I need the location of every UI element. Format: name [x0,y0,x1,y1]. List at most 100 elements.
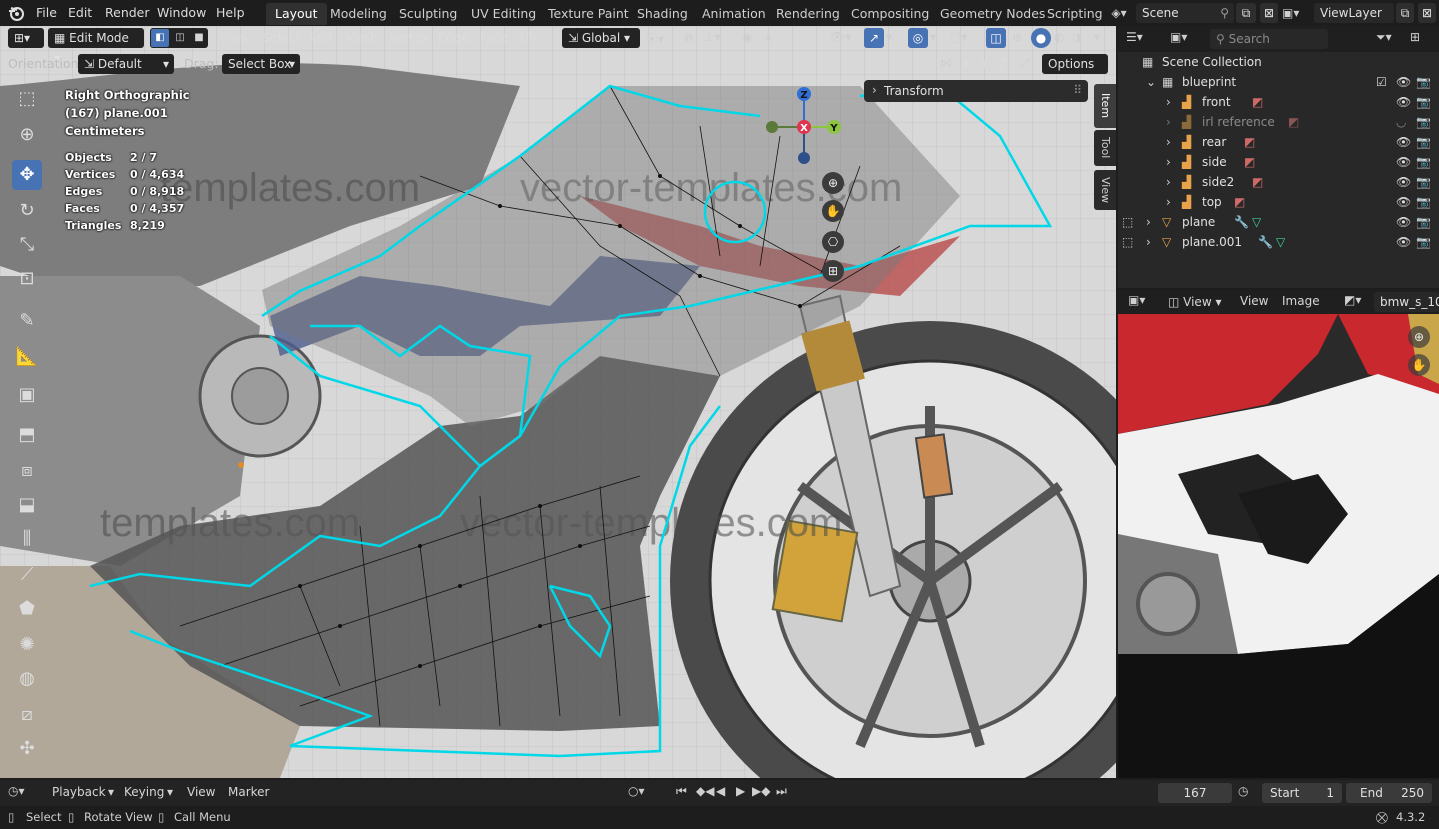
inset-tool-icon[interactable]: ⧈ [12,456,42,486]
outliner-row-plane001[interactable]: ⬚ › ▽ plane.001 🔧 ▽ 👁 📷 [1118,232,1439,252]
navigation-gizmo[interactable]: Z Y X [762,82,852,172]
transform-panel[interactable]: › Transform ⠿ [864,80,1088,102]
eye-icon[interactable]: 👁 [1396,172,1411,192]
preview-range-icon[interactable]: ◷ [1238,784,1248,798]
pin-icon[interactable]: ⚲ [1220,3,1229,23]
view-layer-name-field[interactable]: ViewLayer [1314,3,1394,23]
new-view-layer-icon[interactable]: ⧉ [1396,3,1414,23]
menu-add[interactable]: Add [302,26,338,50]
vertex-select-icon[interactable]: ◧ [151,29,169,47]
play-icon[interactable]: ▶ [736,784,745,798]
menu-file[interactable]: File [30,3,63,23]
display-mode-icon[interactable]: ▣▾ [1170,30,1187,44]
menu-uv[interactable]: UV [514,26,544,50]
extrude-tool-icon[interactable]: ⬒ [12,420,42,450]
measure-tool-icon[interactable]: 📐 [12,342,42,372]
outliner-row-plane[interactable]: ⬚ › ▽ plane 🔧 ▽ 👁 📷 [1118,212,1439,232]
chevron-right-icon[interactable]: › [1166,132,1171,152]
chevron-right-icon[interactable]: › [1166,92,1171,112]
overlay-options-icon[interactable]: ▾ [930,30,936,44]
proportional-falloff-icon[interactable]: ∧ [764,30,773,44]
image-zoom-icon[interactable]: ⊕ [1408,326,1430,348]
knife-tool-icon[interactable]: ⟋ [12,560,42,590]
annotate-tool-icon[interactable]: ✎ [12,306,42,336]
outliner-row-side2[interactable]: › ▟ side2 ◩ 👁 📷 [1118,172,1439,192]
rotate-tool-icon[interactable]: ↻ [12,196,42,226]
outliner-row-top[interactable]: › ▟ top ◩ 👁 📷 [1118,192,1439,212]
gizmo-neg-y-axis[interactable] [766,121,778,133]
outliner-row-front[interactable]: › ▟ front ◩ 👁 📷 [1118,92,1439,112]
eye-icon[interactable]: 👁 [1396,132,1411,152]
tab-modeling[interactable]: Modeling [321,3,396,25]
chevron-right-icon[interactable]: › [1166,152,1171,172]
transform-orientation-dropdown[interactable]: ⇲ Global ▾ [562,28,640,48]
jump-start-icon[interactable]: ⏮ [676,784,687,799]
proportional-edit-icon[interactable]: ◉ [742,30,752,44]
solid-shading-icon[interactable]: ● [1031,28,1051,48]
filter-icon[interactable]: ⏷▾ [1376,30,1392,45]
mirror-icon[interactable]: ⋈ [940,56,952,70]
eye-icon[interactable]: 👁 [1396,72,1411,92]
chevron-right-icon[interactable]: › [1166,192,1171,212]
camera-icon[interactable]: 📷 [1416,92,1431,112]
timeline-editor-type-icon[interactable]: ◷▾ [8,784,25,798]
current-frame-field[interactable]: 167 [1158,783,1232,803]
end-frame-field[interactable]: End 250 [1346,783,1432,803]
camera-view-icon[interactable]: ⎔ [822,231,844,253]
options-dropdown[interactable]: Options ▾ [1042,54,1108,91]
eye-closed-icon[interactable]: ◡ [1396,112,1406,132]
gizmo-toggle-icon[interactable]: ↗ [864,28,884,48]
chevron-down-icon[interactable]: ⌄ [1146,72,1156,92]
jump-keyframe-forward-icon[interactable]: ▶◆ [752,784,770,798]
chevron-right-icon[interactable]: › [1166,112,1171,132]
menu-marker[interactable]: Marker [228,785,269,799]
play-reverse-icon[interactable]: ◀ [716,784,725,798]
image-editor-type-icon[interactable]: ▣▾ [1128,293,1145,307]
menu-keying[interactable]: Keying [124,785,164,799]
cursor-tool-icon[interactable]: ⊕ [12,120,42,150]
ortho-toggle-icon[interactable]: ⊞ [822,260,844,282]
drag-dropdown[interactable]: Select Box ▾ [222,54,300,74]
transform-tool-icon[interactable]: ⊡ [12,264,42,294]
edit-mode-icon[interactable]: ⬚ [1122,212,1133,232]
menu-timeline-view[interactable]: View [187,785,215,799]
pivot-point-icon[interactable]: ⦿▾ [646,30,664,47]
menu-window[interactable]: Window [151,3,212,23]
overlay-toggle-icon[interactable]: ◎ [908,28,928,48]
blender-logo-icon[interactable] [6,3,28,23]
menu-face[interactable]: Face [474,26,514,50]
snap-target-icon[interactable]: ⊥▾ [704,30,720,44]
outliner-row-scene-collection[interactable]: ▦ Scene Collection [1118,52,1439,72]
orientation-dropdown[interactable]: ⇲ Default ▾ [78,54,174,74]
checkbox-icon[interactable]: ☑ [1376,72,1387,92]
network-disabled-icon[interactable]: ⛒ [1376,810,1388,825]
eye-icon[interactable]: 👁 [1396,152,1411,172]
sidebar-tab-item[interactable]: Item [1094,84,1116,128]
snap-toggle-icon[interactable]: ⋒ [684,30,694,44]
auto-keying-icon[interactable]: ○▾ [628,784,645,798]
menu-vertex[interactable]: Vertex [383,26,435,50]
select-box-tool-icon[interactable]: ⬚ [12,84,42,114]
smooth-tool-icon[interactable]: ◍ [12,664,42,694]
new-collection-icon[interactable]: ⊞ [1410,30,1420,44]
drag-handle-icon[interactable]: ⠿ [1073,83,1082,97]
camera-icon[interactable]: 📷 [1416,232,1431,252]
gizmo-options-icon[interactable]: ▾ [886,30,892,44]
auto-merge-icon[interactable]: ⤢ [1020,56,1030,71]
view-mode-dropdown[interactable]: ◫ View ▾ [1168,293,1232,311]
eye-icon[interactable]: 👁 [1396,232,1411,252]
tab-sculpting[interactable]: Sculpting [390,3,466,25]
menu-image[interactable]: Image [1282,294,1320,308]
start-frame-field[interactable]: Start 1 [1262,783,1342,803]
image-browse-icon[interactable]: ◩▾ [1344,293,1361,307]
chevron-right-icon[interactable]: › [1146,212,1151,232]
delete-scene-icon[interactable]: ⊠ [1260,3,1278,23]
pan-hand-icon[interactable]: ✋ [822,200,844,222]
scene-selector-icon[interactable]: ◈▾ [1104,3,1134,23]
chevron-right-icon[interactable]: › [1166,172,1171,192]
camera-icon[interactable]: 📷 [1416,212,1431,232]
camera-icon[interactable]: 📷 [1416,72,1431,92]
rendered-shading-icon[interactable]: ◑ [1072,30,1082,44]
image-name-field[interactable]: bmw_s_100 [1374,292,1439,312]
bevel-tool-icon[interactable]: ⬓ [12,490,42,520]
